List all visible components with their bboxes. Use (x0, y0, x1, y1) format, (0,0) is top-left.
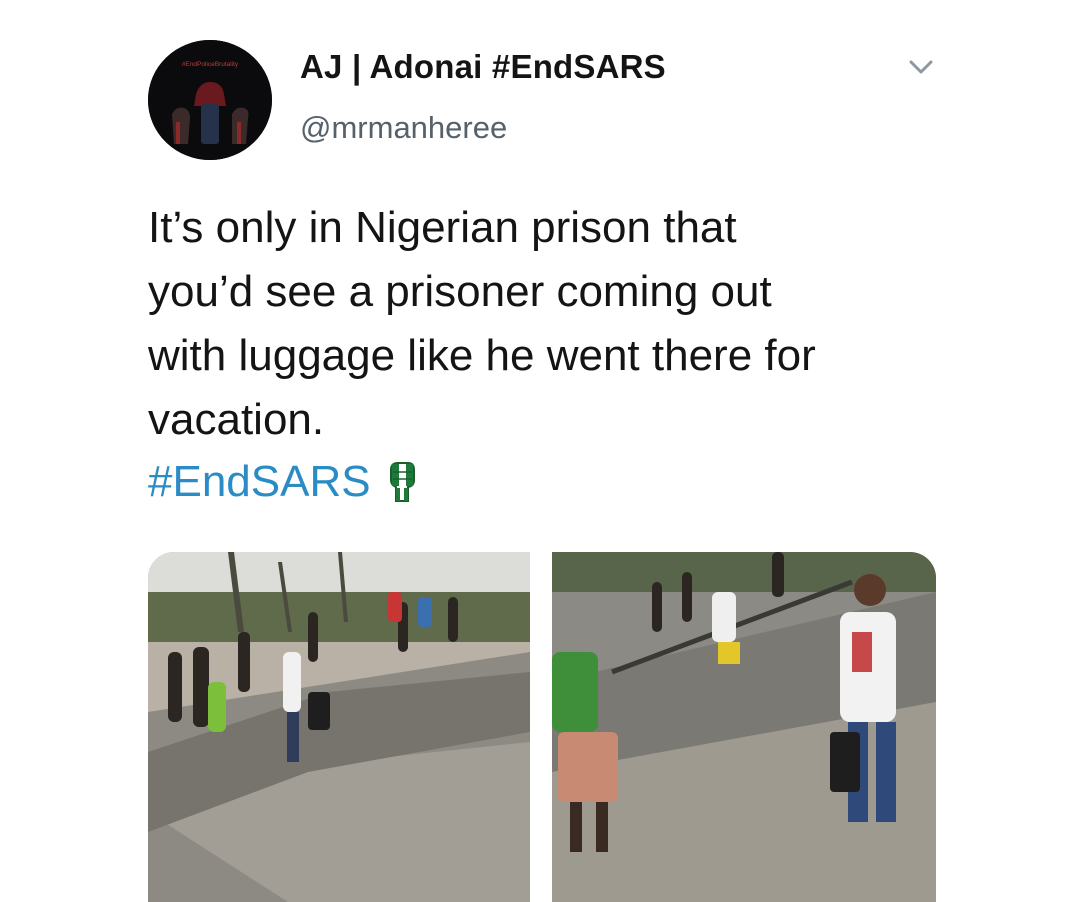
tweet-text: It’s only in Nigerian prison that you’d … (148, 196, 968, 452)
tweet-photo-right[interactable] (552, 552, 936, 902)
tweet-text-line: It’s only in Nigerian prison that (148, 203, 737, 252)
display-name[interactable]: AJ | Adonai #EndSARS (300, 48, 666, 86)
avatar-image: #EndPoliceBrutality (148, 40, 272, 160)
tweet-card: #EndPoliceBrutality AJ | Adonai #EndSARS… (0, 0, 1080, 902)
tweet-text-line: vacation. (148, 395, 325, 444)
hashtag-link[interactable]: #EndSARS (148, 452, 371, 512)
crowd-photo (148, 552, 530, 902)
avatar[interactable]: #EndPoliceBrutality (148, 40, 272, 160)
chevron-down-icon[interactable] (908, 56, 934, 78)
raised-fist-icon (387, 460, 417, 504)
avatar-caption: #EndPoliceBrutality (182, 61, 239, 68)
road-photo (552, 552, 936, 902)
tweet-text-line: with luggage like he went there for (148, 331, 816, 380)
tweet-photo-left[interactable] (148, 552, 530, 902)
tweet-text-line: you’d see a prisoner coming out (148, 267, 772, 316)
hashtag-row: #EndSARS (148, 452, 417, 512)
user-handle[interactable]: @mrmanheree (300, 110, 507, 146)
